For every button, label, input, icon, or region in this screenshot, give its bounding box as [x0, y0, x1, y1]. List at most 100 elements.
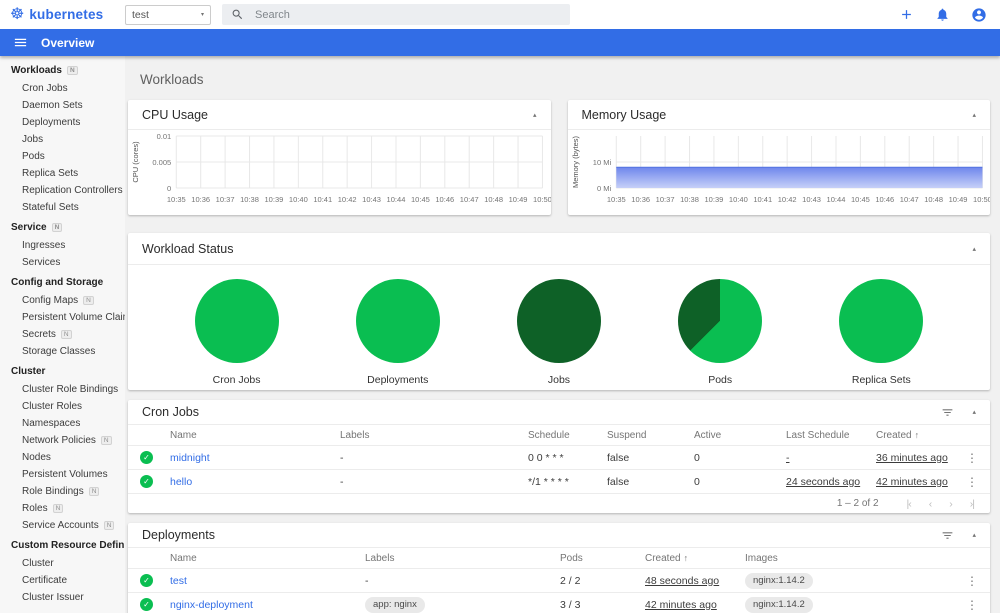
collapse-icon[interactable]: ▴	[972, 111, 976, 119]
sidebar-item-replica-sets[interactable]: Replica Sets	[0, 165, 125, 182]
sidebar-item-persistent-volumes[interactable]: Persistent Volumes	[0, 466, 125, 483]
sidebar-item-namespaces[interactable]: Namespaces	[0, 415, 125, 432]
menu-hamburger-button[interactable]	[13, 35, 28, 50]
column-header-created[interactable]: Created ↑	[645, 553, 745, 564]
column-header-images[interactable]: Images	[745, 553, 954, 564]
sidebar-item-label: Daemon Sets	[22, 100, 83, 111]
column-header-schedule[interactable]: Schedule	[528, 430, 607, 441]
svg-text:10:47: 10:47	[899, 195, 918, 204]
sidebar-group-cluster[interactable]: Cluster	[0, 360, 125, 381]
row-actions-kebab-button[interactable]: ⋮	[954, 451, 990, 465]
sidebar-item-role-bindings[interactable]: Role Bindings N	[0, 483, 125, 500]
namespace-selector[interactable]: test ▾	[125, 4, 211, 25]
workload-pie-pods: Pods	[665, 279, 775, 386]
column-header-name[interactable]: Name	[170, 430, 340, 441]
cron-job-name-link[interactable]: midnight	[170, 452, 340, 464]
sidebar-item-nodes[interactable]: Nodes	[0, 449, 125, 466]
workload-pie-jobs: Jobs	[504, 279, 614, 386]
collapse-icon[interactable]: ▴	[533, 111, 537, 119]
sidebar-item-stateful-sets[interactable]: Stateful Sets	[0, 199, 125, 216]
row-actions-kebab-button[interactable]: ⋮	[954, 475, 990, 489]
sidebar-item-certificate[interactable]: Certificate	[0, 572, 125, 589]
column-header-active[interactable]: Active	[694, 430, 786, 441]
sidebar-item-cluster[interactable]: Cluster	[0, 555, 125, 572]
notifications-bell-button[interactable]	[935, 7, 950, 22]
account-user-button[interactable]	[971, 7, 987, 23]
namespaced-badge: N	[51, 223, 63, 232]
sidebar-item-persistent-volume-claims[interactable]: Persistent Volume ClaimsN	[0, 309, 125, 326]
page-title: Workloads	[140, 72, 204, 87]
topbar: ☸ kubernetes test ▾	[0, 0, 1000, 29]
status-cell: ✓	[140, 598, 170, 611]
svg-text:10:42: 10:42	[777, 195, 796, 204]
deployment-name-link[interactable]: test	[170, 575, 365, 587]
deployment-name-link[interactable]: nginx-deployment	[170, 599, 365, 611]
kubernetes-logo[interactable]: ☸ kubernetes	[0, 6, 125, 23]
sidebar-item-replication-controllers[interactable]: Replication Controllers	[0, 182, 125, 199]
next-page-icon[interactable]: ›	[949, 498, 952, 510]
cpu-usage-title: CPU Usage	[142, 107, 208, 122]
workload-pie-cron-jobs: Cron Jobs	[182, 279, 292, 386]
sidebar-item-daemon-sets[interactable]: Daemon Sets	[0, 97, 125, 114]
svg-text:10:35: 10:35	[167, 195, 186, 204]
sidebar-item-label: Stateful Sets	[22, 202, 79, 213]
column-header-labels[interactable]: Labels	[340, 430, 528, 441]
sidebar-item-ingresses[interactable]: Ingresses	[0, 237, 125, 254]
last-page-icon[interactable]: ›|	[970, 498, 975, 510]
search-input[interactable]	[255, 8, 561, 21]
sidebar-item-label: Config Maps	[22, 295, 79, 306]
svg-text:10:48: 10:48	[484, 195, 503, 204]
sidebar-group-custom-resource-definitions[interactable]: Custom Resource Definitions	[0, 534, 125, 555]
svg-text:CPU (cores): CPU (cores)	[131, 141, 140, 183]
sidebar-item-cluster-role-bindings[interactable]: Cluster Role Bindings	[0, 381, 125, 398]
collapse-icon[interactable]: ▴	[972, 245, 976, 253]
sidebar-item-label: Nodes	[22, 452, 51, 463]
row-actions-kebab-button[interactable]: ⋮	[954, 598, 990, 612]
sidebar-item-cluster-issuer[interactable]: Cluster Issuer	[0, 589, 125, 606]
filter-icon[interactable]	[941, 529, 954, 542]
prev-page-icon[interactable]: ‹	[929, 498, 932, 510]
sidebar-item-pods[interactable]: Pods	[0, 148, 125, 165]
collapse-icon[interactable]: ▴	[972, 531, 976, 539]
sidebar-item-roles[interactable]: Roles N	[0, 500, 125, 517]
sidebar-item-label: Persistent Volumes	[22, 469, 108, 480]
sidebar-item-service-accounts[interactable]: Service Accounts N	[0, 517, 125, 534]
created-cell: 42 minutes ago	[645, 598, 717, 611]
filter-icon[interactable]	[941, 406, 954, 419]
cron-job-name-link[interactable]: hello	[170, 476, 340, 488]
created-cell: 48 seconds ago	[645, 574, 720, 587]
column-header-created[interactable]: Created ↑	[876, 430, 954, 441]
search-box	[222, 4, 570, 25]
images-cell: nginx:1.14.2	[745, 596, 954, 613]
svg-text:10:46: 10:46	[875, 195, 894, 204]
sidebar-item-storage-classes[interactable]: Storage Classes	[0, 343, 125, 360]
sidebar-group-workloads[interactable]: Workloads N	[0, 59, 125, 80]
column-header-last-schedule[interactable]: Last Schedule	[786, 430, 876, 441]
column-header-name[interactable]: Name	[170, 553, 365, 564]
row-actions-kebab-button[interactable]: ⋮	[954, 574, 990, 588]
main-content: Workloads CPU Usage ▴ 0 0.005 0.01 10:35 10:…	[125, 56, 1000, 613]
sidebar-item-cron-jobs[interactable]: Cron Jobs	[0, 80, 125, 97]
pie-chart-pods	[678, 279, 763, 363]
column-header-pods[interactable]: Pods	[560, 553, 645, 564]
column-header-labels[interactable]: Labels	[365, 553, 560, 564]
column-header-label: Name	[170, 552, 197, 564]
sidebar-item-secrets[interactable]: Secrets N	[0, 326, 125, 343]
sidebar-item-config-maps[interactable]: Config Maps N	[0, 292, 125, 309]
sidebar-item-deployments[interactable]: Deployments	[0, 114, 125, 131]
sidebar-group-config-and-storage[interactable]: Config and Storage	[0, 271, 125, 292]
sidebar-item-services[interactable]: Services	[0, 254, 125, 271]
column-header-suspend[interactable]: Suspend	[607, 430, 694, 441]
sidebar-group-service[interactable]: Service N	[0, 216, 125, 237]
sort-ascending-icon: ↑	[683, 552, 689, 563]
sidebar-item-network-policies[interactable]: Network Policies N	[0, 432, 125, 449]
sidebar-item-cluster-roles[interactable]: Cluster Roles	[0, 398, 125, 415]
sidebar-item-jobs[interactable]: Jobs	[0, 131, 125, 148]
namespaced-badge: N	[66, 66, 78, 75]
first-page-icon[interactable]: |‹	[907, 498, 912, 510]
create-resource-button[interactable]	[899, 7, 914, 22]
deployments-card: Deployments ▴ Name Labels Pods Created ↑ Imag…	[128, 523, 990, 613]
collapse-icon[interactable]: ▴	[972, 408, 976, 416]
deployment-row: ✓ test - 2 / 2 48 seconds ago nginx:1.14.2 ⋮	[128, 569, 990, 593]
sidebar-group-label: Workloads	[11, 65, 62, 76]
